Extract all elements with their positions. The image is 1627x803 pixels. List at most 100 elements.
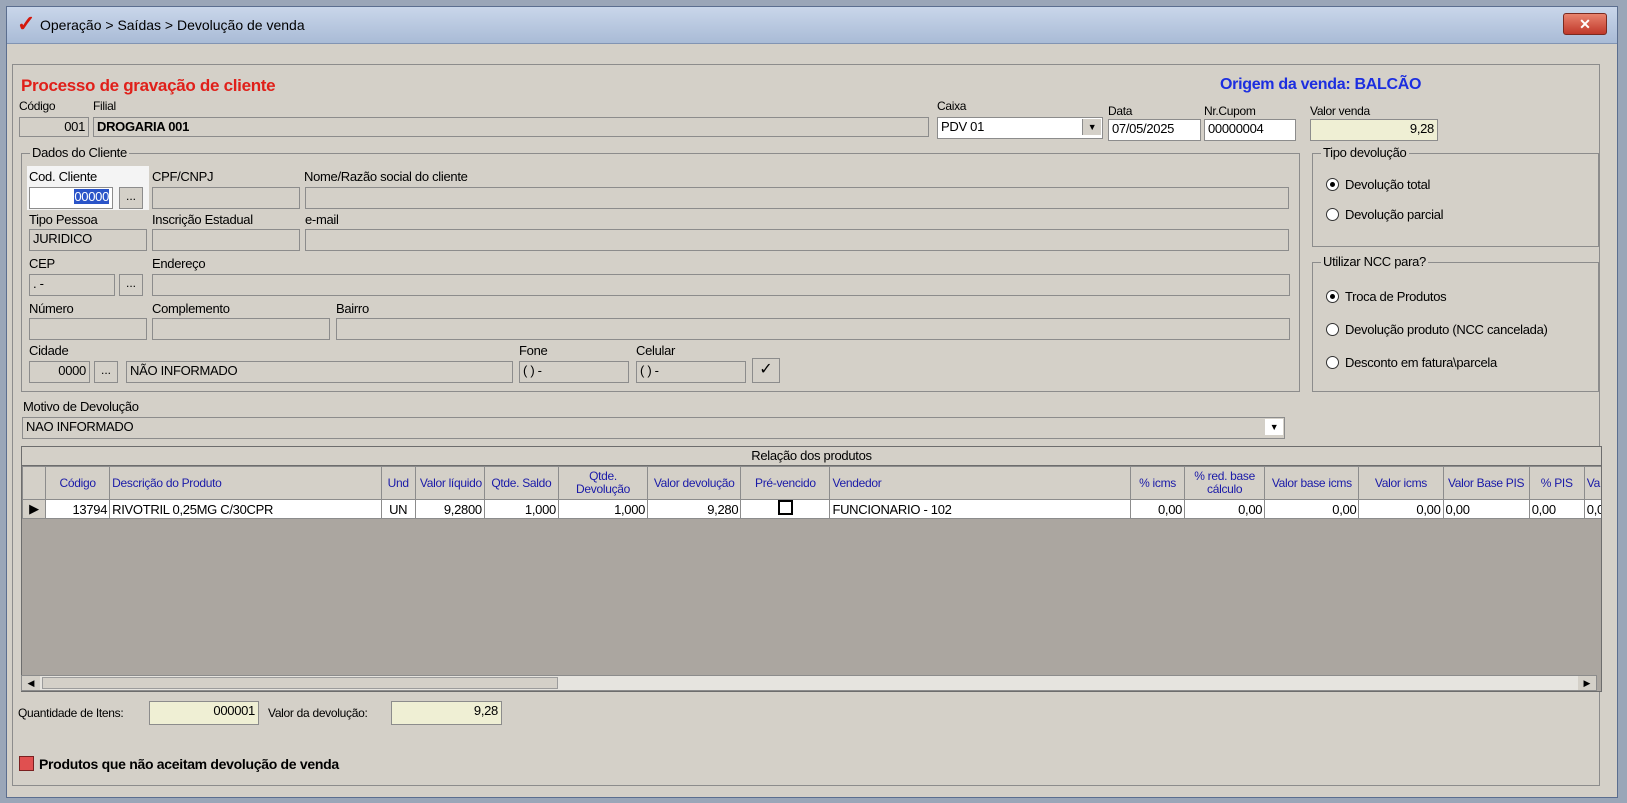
cod-cliente-label: Cod. Cliente bbox=[29, 169, 97, 184]
scroll-left-icon[interactable]: ◀ bbox=[22, 676, 40, 690]
cidade-label: Cidade bbox=[29, 343, 69, 358]
caixa-label: Caixa bbox=[937, 99, 967, 113]
tipo-pessoa-label: Tipo Pessoa bbox=[29, 212, 98, 227]
bairro-field[interactable] bbox=[336, 318, 1290, 340]
cep-field[interactable]: . - bbox=[29, 274, 115, 296]
origin-label: Origem da venda: BALCÃO bbox=[1220, 76, 1422, 93]
products-table: Código Descrição do Produto Und Valor lí… bbox=[22, 466, 1601, 519]
fone-field[interactable]: ( ) - bbox=[519, 361, 629, 383]
confirm-check-icon[interactable]: ✓ bbox=[752, 358, 780, 383]
title-bar: ✓ Operação > Saídas > Devolução de venda… bbox=[7, 7, 1617, 44]
data-label: Data bbox=[1108, 104, 1133, 118]
ie-field[interactable] bbox=[152, 229, 300, 251]
filial-field[interactable]: DROGARIA 001 bbox=[93, 117, 929, 137]
cod-cliente-field[interactable]: 00000 bbox=[29, 187, 113, 209]
grid-header-row: Código Descrição do Produto Und Valor lí… bbox=[22, 466, 1601, 500]
chevron-down-icon[interactable]: ▼ bbox=[1265, 419, 1283, 435]
celular-label: Celular bbox=[636, 343, 676, 358]
col-header[interactable]: Qtde. Devolução bbox=[557, 466, 649, 500]
cell-pre-vencido[interactable] bbox=[740, 499, 831, 519]
chevron-down-icon[interactable]: ▼ bbox=[1082, 119, 1101, 135]
numero-field[interactable] bbox=[29, 318, 147, 340]
radio-troca-produtos[interactable]: Troca de Produtos bbox=[1326, 289, 1447, 304]
row-indicator-header bbox=[22, 466, 47, 500]
cell-codigo[interactable]: 13794 bbox=[45, 499, 111, 519]
caixa-select[interactable]: PDV 01 ▼ bbox=[937, 117, 1103, 139]
tipo-pessoa-field[interactable]: JURIDICO bbox=[29, 229, 147, 251]
cell-pis[interactable]: 0,00 bbox=[1528, 499, 1585, 519]
email-field[interactable] bbox=[305, 229, 1289, 251]
col-header[interactable]: Valor Base PIS bbox=[1442, 466, 1530, 500]
cell-red-base[interactable]: 0,00 bbox=[1184, 499, 1266, 519]
ie-label: Inscrição Estadual bbox=[152, 212, 253, 227]
cell-valor-icms[interactable]: 0,00 bbox=[1358, 499, 1444, 519]
cidade-search-button[interactable]: ... bbox=[94, 361, 118, 383]
cod-cliente-search-button[interactable]: ... bbox=[119, 187, 143, 209]
col-header[interactable]: Va bbox=[1583, 466, 1601, 500]
cidade-field[interactable]: NÃO INFORMADO bbox=[126, 361, 513, 383]
cupom-field[interactable]: 00000004 bbox=[1204, 119, 1296, 141]
col-header[interactable]: Descrição do Produto bbox=[109, 466, 382, 500]
radio-devolucao-produto[interactable]: Devolução produto (NCC cancelada) bbox=[1326, 322, 1548, 337]
scroll-right-icon[interactable]: ▶ bbox=[1578, 676, 1596, 690]
col-header[interactable]: Qtde. Saldo bbox=[483, 466, 559, 500]
valor-devolucao-label: Valor da devolução: bbox=[268, 706, 368, 720]
grid-title: Relação dos produtos bbox=[22, 447, 1601, 466]
cpf-label: CPF/CNPJ bbox=[152, 169, 214, 184]
col-header[interactable]: Código bbox=[45, 466, 111, 500]
scroll-thumb[interactable] bbox=[42, 677, 558, 689]
caixa-value: PDV 01 bbox=[941, 119, 985, 134]
cell-und[interactable]: UN bbox=[380, 499, 416, 519]
col-header[interactable]: Valor devolução bbox=[647, 466, 742, 500]
cell-icms[interactable]: 0,00 bbox=[1129, 499, 1186, 519]
cep-label: CEP bbox=[29, 256, 55, 271]
cell-valor-devolucao[interactable]: 9,280 bbox=[647, 499, 742, 519]
close-button[interactable]: ✕ bbox=[1563, 13, 1607, 35]
col-header[interactable]: Vendedor bbox=[829, 466, 1131, 500]
motivo-select[interactable]: NAO INFORMADO ▼ bbox=[22, 417, 1285, 439]
cpf-field[interactable] bbox=[152, 187, 300, 209]
col-header[interactable]: % icms bbox=[1129, 466, 1186, 500]
col-header[interactable]: Valor base icms bbox=[1264, 466, 1360, 500]
complemento-field[interactable] bbox=[152, 318, 330, 340]
dados-cliente-title: Dados do Cliente bbox=[30, 145, 129, 160]
radio-selected-icon bbox=[1326, 178, 1339, 191]
data-field[interactable]: 07/05/2025 bbox=[1108, 119, 1201, 141]
email-label: e-mail bbox=[305, 212, 339, 227]
cell-base-pis[interactable]: 0,00 bbox=[1442, 499, 1530, 519]
checkbox-icon[interactable] bbox=[777, 500, 793, 515]
col-header[interactable]: % red. base cálculo bbox=[1184, 466, 1266, 500]
cell-qtde-saldo[interactable]: 1,000 bbox=[483, 499, 559, 519]
window-title: Operação > Saídas > Devolução de venda bbox=[40, 17, 305, 33]
nome-field[interactable] bbox=[305, 187, 1289, 209]
grid-container: Relação dos produtos Código Descrição do… bbox=[21, 446, 1602, 692]
endereco-field[interactable] bbox=[152, 274, 1290, 296]
radio-devolucao-total[interactable]: Devolução total bbox=[1326, 177, 1430, 192]
col-header[interactable]: Pré-vencido bbox=[740, 466, 831, 500]
cupom-label: Nr.Cupom bbox=[1204, 104, 1256, 118]
app-check-icon: ✓ bbox=[17, 11, 36, 36]
celular-field[interactable]: ( ) - bbox=[636, 361, 746, 383]
radio-devolucao-parcial[interactable]: Devolução parcial bbox=[1326, 207, 1444, 222]
cell-base-icms[interactable]: 0,00 bbox=[1264, 499, 1360, 519]
table-row[interactable]: ▶ 13794 RIVOTRIL 0,25MG C/30CPR UN 9,280… bbox=[22, 499, 1601, 519]
valor-venda-field: 9,28 bbox=[1310, 119, 1438, 141]
row-pointer-icon[interactable]: ▶ bbox=[22, 499, 47, 519]
col-header[interactable]: Valor líquido bbox=[414, 466, 485, 500]
cell-vendedor[interactable]: FUNCIONARIO - 102 bbox=[829, 499, 1131, 519]
cell-va[interactable]: 0,0 bbox=[1583, 499, 1601, 519]
radio-desconto-fatura[interactable]: Desconto em fatura\parcela bbox=[1326, 355, 1497, 370]
cep-search-button[interactable]: ... bbox=[119, 274, 143, 296]
col-header[interactable]: Und bbox=[380, 466, 416, 500]
codigo-field[interactable]: 001 bbox=[19, 117, 89, 137]
col-header[interactable]: Valor icms bbox=[1358, 466, 1444, 500]
cidade-code-field[interactable]: 0000 bbox=[29, 361, 90, 383]
cell-descricao[interactable]: RIVOTRIL 0,25MG C/30CPR bbox=[109, 499, 382, 519]
col-header[interactable]: % PIS bbox=[1528, 466, 1585, 500]
cell-qtde-devolucao[interactable]: 1,000 bbox=[557, 499, 649, 519]
legend-label: Produtos que não aceitam devolução de ve… bbox=[39, 756, 339, 772]
cell-valor-liquido[interactable]: 9,2800 bbox=[414, 499, 485, 519]
horizontal-scrollbar[interactable]: ◀ ▶ bbox=[21, 675, 1597, 691]
valor-devolucao-field: 9,28 bbox=[391, 701, 502, 725]
qtd-itens-label: Quantidade de Itens: bbox=[18, 706, 124, 720]
